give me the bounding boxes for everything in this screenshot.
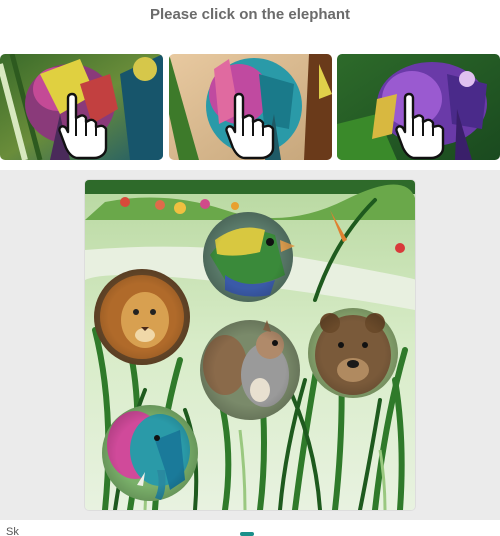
puzzle-image[interactable] bbox=[85, 180, 415, 510]
puzzle-panel bbox=[0, 170, 500, 520]
captcha-footer: Sk bbox=[0, 520, 500, 536]
bear-option[interactable] bbox=[308, 308, 398, 398]
lion-option[interactable] bbox=[94, 269, 190, 365]
captcha-prompt: Please click on the elephant bbox=[149, 6, 351, 23]
example-image-1 bbox=[0, 54, 163, 160]
squirrel-option[interactable] bbox=[200, 320, 300, 420]
captcha-widget: Please click on the elephant Sk bbox=[0, 0, 500, 536]
example-image-3 bbox=[337, 54, 500, 160]
example-images bbox=[0, 54, 500, 160]
elephant-option[interactable] bbox=[102, 405, 198, 501]
example-image-2 bbox=[169, 54, 332, 160]
footer-accent-mark bbox=[240, 532, 254, 536]
footer-left-label: Sk bbox=[6, 526, 19, 536]
